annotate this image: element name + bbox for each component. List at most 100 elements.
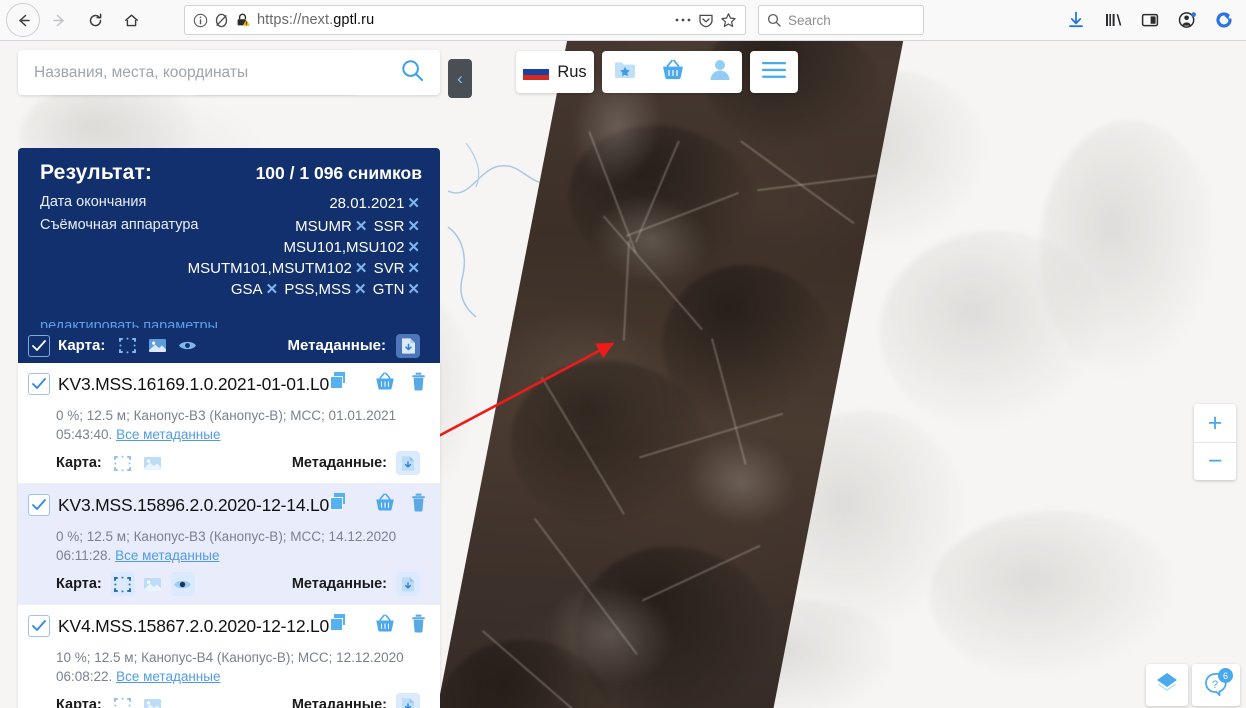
page-info-icon[interactable]	[193, 13, 208, 28]
footprint-icon[interactable]	[115, 334, 139, 358]
duplicate-scenes-icon[interactable]	[330, 614, 346, 631]
downloads-icon[interactable]	[1063, 7, 1089, 33]
results-title: Результат:	[40, 161, 153, 184]
scene-description-line2: 06:11:28.	[56, 548, 116, 563]
remove-filter-icon[interactable]: ✕	[354, 281, 367, 298]
remove-filter-icon[interactable]: ✕	[407, 195, 420, 212]
list-item[interactable]: KV4.MSS.15867.2.0.2020-12-12.L0 10 %; 12…	[18, 605, 440, 708]
select-all-checkbox[interactable]	[28, 334, 50, 357]
remove-filter-icon[interactable]: ✕	[266, 281, 279, 298]
zoom-in-button[interactable]: +	[1194, 404, 1236, 442]
help-badge-count: 6	[1218, 668, 1233, 683]
account-icon[interactable]	[1174, 7, 1200, 33]
sync-icon[interactable]	[1211, 7, 1237, 33]
preview-eye-icon[interactable]	[170, 572, 195, 596]
scene-title[interactable]: KV4.MSS.15867.2.0.2020-12-12.L0	[58, 616, 329, 637]
address-bar[interactable]: https://next.gptl.ru	[184, 5, 746, 35]
all-metadata-link[interactable]: Все метаданные	[115, 548, 219, 563]
filter-values: 28.01.2021 ✕	[155, 193, 422, 214]
quicklook-icon[interactable]	[141, 572, 165, 596]
zoom-out-button[interactable]: −	[1194, 442, 1236, 480]
footprint-icon[interactable]	[110, 572, 135, 596]
back-arrow-icon[interactable]	[6, 3, 40, 37]
add-to-cart-icon[interactable]	[373, 613, 397, 639]
app-viewport: Бета-версия Rus + −	[0, 41, 1246, 708]
search-icon[interactable]	[401, 59, 424, 87]
add-to-cart-icon[interactable]	[373, 492, 397, 518]
remove-filter-icon[interactable]: ✕	[407, 218, 420, 235]
quicklook-icon[interactable]	[145, 334, 169, 358]
browser-search-box[interactable]: Search	[758, 5, 924, 35]
tracking-protection-icon[interactable]	[214, 13, 229, 28]
delete-icon[interactable]	[411, 614, 426, 638]
scene-description: 10 %; 12.5 м; Канопус-В4 (Канопус-В); МС…	[56, 648, 426, 686]
scene-title[interactable]: KV3.MSS.16169.1.0.2021-01-01.L0	[58, 374, 329, 395]
remove-filter-icon[interactable]: ✕	[355, 260, 368, 277]
favorites-folder-icon[interactable]	[613, 59, 637, 86]
results-list[interactable]: KV3.MSS.16169.1.0.2021-01-01.L0 0 %; 12.…	[18, 363, 440, 708]
place-search-box[interactable]: Названия, места, координаты	[18, 50, 440, 95]
hamburger-menu-button[interactable]	[750, 51, 798, 93]
quicklook-icon[interactable]	[141, 451, 165, 475]
list-item[interactable]: KV3.MSS.16169.1.0.2021-01-01.L0 0 %; 12.…	[18, 363, 440, 484]
duplicate-scenes-icon[interactable]	[330, 493, 346, 510]
preview-eye-icon[interactable]	[175, 334, 199, 358]
layers-button[interactable]	[1146, 664, 1188, 706]
library-icon[interactable]	[1100, 7, 1126, 33]
remove-filter-icon[interactable]: ✕	[407, 281, 420, 298]
metadata-download-icon[interactable]	[396, 693, 420, 708]
results-count: 100 / 1 096 снимков	[255, 163, 422, 183]
item-checkbox[interactable]	[28, 494, 50, 516]
list-item[interactable]: KV3.MSS.15896.2.0.2020-12-14.L0 0 %; 12.…	[18, 484, 440, 605]
duplicate-scenes-icon[interactable]	[330, 372, 346, 389]
bookmark-star-icon[interactable]	[720, 12, 737, 29]
delete-icon[interactable]	[411, 493, 426, 517]
footprint-icon[interactable]	[111, 451, 135, 475]
all-metadata-link[interactable]: Все метаданные	[116, 427, 220, 442]
list-item-header: KV3.MSS.16169.1.0.2021-01-01.L0	[28, 371, 426, 397]
search-sidebar: Названия, места, координаты ‹ Результат:…	[0, 41, 472, 708]
item-checkbox[interactable]	[28, 615, 50, 637]
scene-description: 0 %; 12.5 м; Канопус-В3 (Канопус-В); МСС…	[56, 406, 426, 444]
browser-nav-buttons	[0, 3, 148, 37]
item-actions	[373, 371, 426, 397]
reload-icon[interactable]	[78, 3, 112, 37]
sidebar-icon[interactable]	[1137, 7, 1163, 33]
forward-arrow-icon[interactable]	[42, 3, 76, 37]
more-actions-icon[interactable]	[674, 17, 692, 23]
scene-title[interactable]: KV3.MSS.15896.2.0.2020-12-14.L0	[58, 495, 329, 516]
browser-toolbar-actions	[1063, 7, 1246, 33]
home-icon[interactable]	[114, 3, 148, 37]
remove-filter-icon[interactable]: ✕	[407, 260, 420, 277]
language-label: Rus	[557, 62, 587, 81]
metadata-download-icon[interactable]	[396, 572, 420, 596]
metadata-column-label: Метаданные:	[291, 576, 387, 592]
remove-filter-icon[interactable]: ✕	[355, 218, 368, 235]
metadata-download-icon[interactable]	[396, 451, 420, 475]
item-checkbox[interactable]	[28, 373, 50, 395]
delete-icon[interactable]	[411, 372, 426, 396]
user-avatar-icon[interactable]	[709, 58, 731, 87]
results-summary-card: Результат: 100 / 1 096 снимков Дата окон…	[18, 148, 440, 351]
language-selector[interactable]: Rus	[516, 51, 594, 93]
filter-chip: SVR	[373, 260, 405, 277]
metadata-column-label: Метаданные:	[291, 697, 387, 708]
reader-pocket-icon[interactable]	[698, 12, 714, 28]
results-header: Результат: 100 / 1 096 снимков	[40, 161, 422, 185]
collapse-sidebar-button[interactable]: ‹	[448, 59, 472, 98]
filter-values: MSUMR ✕ SSR ✕ MSU101,MSU102 ✕ MSUTM101,MSUT…	[155, 216, 422, 300]
insecure-lock-icon[interactable]	[235, 12, 251, 28]
filter-chip: MSU101,MSU102	[283, 239, 405, 256]
item-actions	[373, 492, 426, 518]
scene-description-line1: 10 %; 12.5 м; Канопус-В4 (Канопус-В); МС…	[56, 650, 404, 665]
quicklook-icon[interactable]	[141, 693, 165, 708]
all-metadata-link[interactable]: Все метаданные	[116, 669, 220, 684]
scene-description-line2: 05:43:40.	[56, 427, 117, 442]
footprint-icon[interactable]	[111, 693, 135, 708]
cart-basket-icon[interactable]	[660, 58, 686, 87]
remove-filter-icon[interactable]: ✕	[407, 239, 420, 256]
metadata-download-icon[interactable]	[396, 333, 420, 358]
browser-search-placeholder: Search	[788, 12, 831, 28]
help-button[interactable]: ? 6	[1192, 664, 1240, 706]
add-to-cart-icon[interactable]	[373, 371, 397, 397]
